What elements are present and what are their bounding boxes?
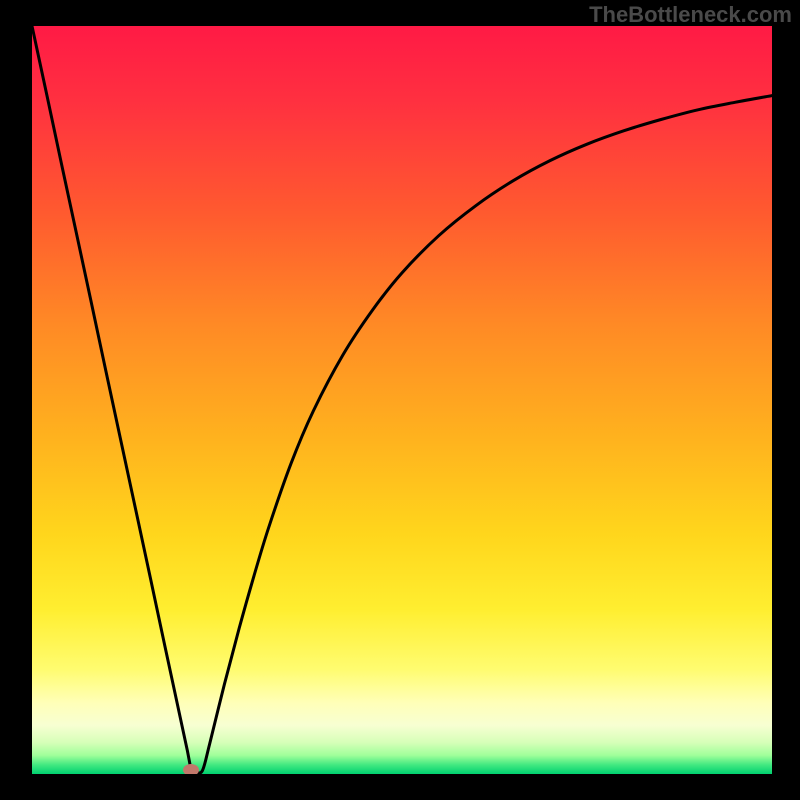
chart-container: TheBottleneck.com (0, 0, 800, 800)
watermark-text: TheBottleneck.com (589, 2, 792, 28)
plot-area (32, 26, 772, 774)
chart-svg (32, 26, 772, 774)
gradient-background (32, 26, 772, 774)
